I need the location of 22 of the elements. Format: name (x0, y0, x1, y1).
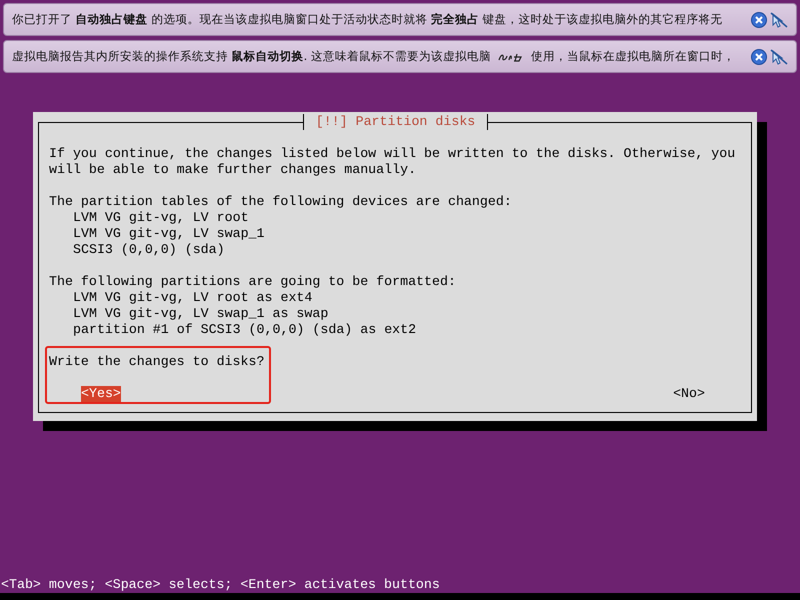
status-text: <Tab> moves; <Space> selects; <Enter> activates buttons (0, 577, 441, 593)
list-item: LVM VG git-vg, LV root as ext4 (72, 290, 314, 306)
question-text: Write the changes to disks? (49, 354, 266, 370)
list-item: LVM VG git-vg, LV root (72, 210, 250, 226)
notification-text: 虚拟电脑报告其内所安装的操作系统支持 鼠标自动切换. 这意味着鼠标不需要为该虚拟电脑 (12, 49, 491, 64)
notification-text: 你已打开了 自动独占键盘 的选项。现在当该虚拟电脑窗口处于活动状态时就将 完全独占 键盘，这时处于该虚拟电脑外的其它程序将无 (12, 12, 723, 27)
list-item: partition #1 of SCSI3 (0,0,0) (sda) as ext2 (72, 322, 418, 338)
list-item: LVM VG git-vg, LV swap_1 as swap (72, 306, 330, 322)
dialog-button[interactable]: <Yes> (81, 386, 121, 402)
dialog-button[interactable]: <No> (673, 386, 705, 402)
list-item: SCSI3 (0,0,0) (sda) (72, 242, 226, 258)
section-heading: The partition tables of the following devices are changed: (49, 194, 513, 210)
close-icon[interactable] (751, 48, 767, 64)
dialog-title: [!!] Partition disks (302, 114, 488, 130)
list-item: LVM VG git-vg, LV swap_1 (72, 226, 266, 242)
mouse-crossed-icon[interactable] (770, 12, 788, 28)
close-icon[interactable] (751, 12, 767, 28)
dialog-text: will be able to make further changes manually. (49, 162, 418, 178)
mouse-crossed-icon[interactable] (770, 48, 788, 64)
section-heading: The following partitions are going to be formatted: (49, 274, 457, 290)
notification-text: 使用，当鼠标在虚拟电脑所在窗口时， (530, 49, 735, 64)
dialog-text: If you continue, the changes listed below will be written to the disks. Otherwise, you (49, 146, 736, 162)
